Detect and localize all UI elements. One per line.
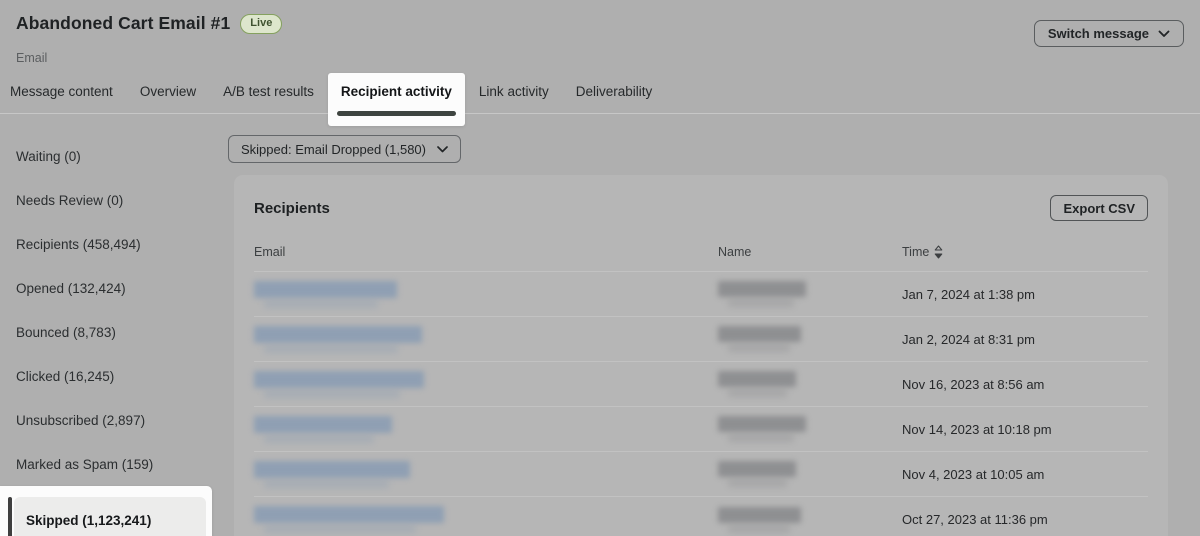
export-csv-button[interactable]: Export CSV [1050, 195, 1148, 221]
time-value: Nov 4, 2023 at 10:05 am [902, 467, 1148, 482]
header: Abandoned Cart Email #1 Live Switch mess… [0, 0, 1200, 114]
name-redacted-smudge [728, 389, 787, 397]
name-redacted-smudge [728, 479, 787, 487]
tab-label: Message content [10, 82, 113, 102]
switch-message-label: Switch message [1048, 26, 1149, 41]
column-header-email: Email [254, 245, 718, 259]
email-redacted-smudge [264, 435, 374, 443]
title-row: Abandoned Cart Email #1 Live Switch mess… [16, 12, 1184, 47]
tab-overview[interactable]: Overview [140, 82, 196, 102]
sidebar: Waiting (0)Needs Review (0)Recipients (4… [0, 114, 212, 536]
sidebar-item-marked-as-spam[interactable]: Marked as Spam (159) [0, 442, 212, 486]
panel-title: Recipients [254, 200, 330, 217]
email-redacted [254, 281, 397, 298]
email-redacted [254, 416, 392, 433]
time-value: Jan 2, 2024 at 8:31 pm [902, 332, 1148, 347]
sidebar-item-recipients[interactable]: Recipients (458,494) [0, 222, 212, 266]
table-row: Nov 4, 2023 at 10:05 am [254, 452, 1148, 497]
table-row: Jan 2, 2024 at 8:31 pm [254, 317, 1148, 362]
table-row: Nov 16, 2023 at 8:56 am [254, 362, 1148, 407]
table-row: Jan 7, 2024 at 1:38 pm [254, 272, 1148, 317]
name-cell [718, 416, 902, 442]
name-cell [718, 507, 902, 533]
recipient-filter-value: Skipped: Email Dropped (1,580) [241, 142, 426, 157]
spotlight-annotation: Skipped (1,123,241) [0, 486, 212, 536]
tab-bar: Message content Overview A/B test results R… [10, 82, 1184, 113]
name-redacted [718, 326, 801, 342]
tab-label: A/B test results [223, 82, 314, 102]
subtitle: Email [16, 51, 1184, 65]
email-redacted-smudge [264, 300, 378, 308]
email-redacted [254, 506, 444, 523]
name-redacted [718, 371, 796, 387]
sidebar-item-opened[interactable]: Opened (132,424) [0, 266, 212, 310]
switch-message-button[interactable]: Switch message [1034, 20, 1184, 47]
email-redacted-smudge [264, 480, 389, 488]
name-cell [718, 281, 902, 307]
sidebar-item-skipped[interactable]: Skipped (1,123,241) [14, 497, 206, 536]
tab-label: Deliverability [576, 82, 653, 102]
sidebar-item-needs-review[interactable]: Needs Review (0) [0, 178, 212, 222]
time-value: Nov 14, 2023 at 10:18 pm [902, 422, 1148, 437]
email-redacted [254, 461, 410, 478]
email-redacted-smudge [264, 525, 416, 533]
email-cell [254, 326, 718, 353]
email-cell [254, 416, 718, 443]
name-redacted [718, 507, 801, 523]
column-header-name: Name [718, 245, 902, 259]
sidebar-item-waiting[interactable]: Waiting (0) [0, 134, 212, 178]
time-value: Jan 7, 2024 at 1:38 pm [902, 287, 1148, 302]
recipient-filter-dropdown[interactable]: Skipped: Email Dropped (1,580) [228, 135, 461, 163]
table-body: Jan 7, 2024 at 1:38 pm Jan 2, 2024 at 8:3… [254, 272, 1148, 536]
tab-link-activity[interactable]: Link activity [479, 82, 549, 102]
sidebar-item-clicked[interactable]: Clicked (16,245) [0, 354, 212, 398]
tab-deliverability[interactable]: Deliverability [576, 82, 653, 102]
sort-icon [934, 245, 943, 259]
column-header-time[interactable]: Time [902, 245, 1148, 259]
name-redacted [718, 416, 806, 432]
page: Abandoned Cart Email #1 Live Switch mess… [0, 0, 1200, 536]
content-body: Waiting (0)Needs Review (0)Recipients (4… [0, 114, 1200, 536]
email-cell [254, 281, 718, 308]
name-cell [718, 371, 902, 397]
chevron-down-icon [1158, 30, 1170, 38]
tab-a-b-test-results[interactable]: A/B test results [223, 82, 314, 102]
time-value: Nov 16, 2023 at 8:56 am [902, 377, 1148, 392]
email-redacted [254, 371, 424, 388]
email-cell [254, 506, 718, 533]
name-cell [718, 326, 902, 352]
table-row: Oct 27, 2023 at 11:36 pm [254, 497, 1148, 536]
email-redacted-smudge [264, 345, 398, 353]
email-cell [254, 461, 718, 488]
panel-header: Recipients Export CSV [254, 195, 1148, 221]
tab-label: Recipient activity [341, 82, 452, 102]
column-header-time-label: Time [902, 245, 929, 259]
main-content: Skipped: Email Dropped (1,580) Recipient… [212, 114, 1200, 536]
tab-recipient-activity[interactable]: Recipient activity [328, 73, 465, 126]
table-row: Nov 14, 2023 at 10:18 pm [254, 407, 1148, 452]
email-redacted-smudge [264, 390, 400, 398]
status-badge: Live [240, 14, 282, 34]
name-redacted [718, 461, 796, 477]
tab-label: Link activity [479, 82, 549, 102]
page-title: Abandoned Cart Email #1 [16, 12, 230, 35]
sidebar-item-bounced[interactable]: Bounced (8,783) [0, 310, 212, 354]
chevron-down-icon [437, 146, 448, 153]
name-redacted-smudge [728, 434, 794, 442]
tab-message-content[interactable]: Message content [10, 82, 113, 102]
email-redacted [254, 326, 422, 343]
active-tab-underline [337, 111, 456, 116]
name-redacted-smudge [728, 299, 794, 307]
name-redacted-smudge [728, 344, 790, 352]
email-cell [254, 371, 718, 398]
table-header-row: Email Name Time [254, 245, 1148, 272]
tab-label: Overview [140, 82, 196, 102]
time-value: Oct 27, 2023 at 11:36 pm [902, 512, 1148, 527]
name-redacted-smudge [728, 525, 790, 533]
recipients-panel: Recipients Export CSV Email Name Time Ja… [234, 175, 1168, 536]
name-redacted [718, 281, 806, 297]
sidebar-item-unsubscribed[interactable]: Unsubscribed (2,897) [0, 398, 212, 442]
name-cell [718, 461, 902, 487]
